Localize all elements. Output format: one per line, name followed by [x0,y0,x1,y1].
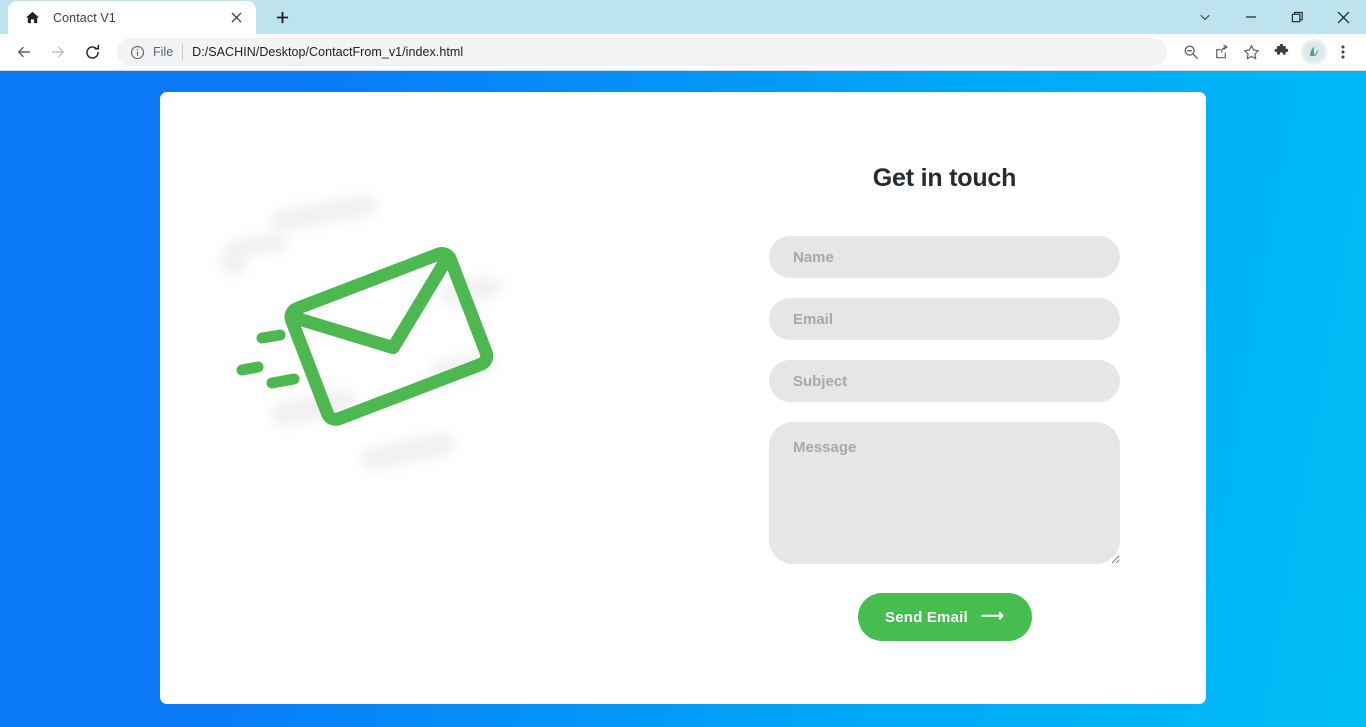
name-input[interactable] [769,236,1120,278]
address-bar[interactable]: File D:/SACHIN/Desktop/ContactFrom_v1/in… [117,38,1167,66]
omnibox-divider [182,44,184,60]
window-controls [1182,0,1366,34]
message-textarea[interactable] [769,422,1120,564]
page-viewport: Get in touch Send Email ⟶ [0,71,1366,727]
envelope-icon [236,247,493,426]
browser-window: Contact V1 File D:/SACHIN/Desktop/Contac… [0,0,1366,727]
email-input[interactable] [769,298,1120,340]
contact-card: Get in touch Send Email ⟶ [160,92,1206,704]
url-text: D:/SACHIN/Desktop/ContactFrom_v1/index.h… [192,45,464,59]
star-icon[interactable] [1237,38,1265,66]
info-circle-icon[interactable] [129,44,145,60]
forward-button[interactable] [43,37,73,67]
subject-input[interactable] [769,360,1120,402]
home-icon [24,9,41,26]
back-button[interactable] [9,37,39,67]
illustration-panel [160,92,683,704]
puzzle-icon[interactable] [1267,38,1295,66]
arrow-right-icon: ⟶ [980,608,1004,625]
zoom-out-icon[interactable] [1177,38,1205,66]
three-dot-menu-icon[interactable] [1329,38,1357,66]
reload-button[interactable] [77,37,107,67]
profile-avatar[interactable] [1301,39,1327,65]
tab-close-icon[interactable] [226,8,246,28]
chevron-down-icon[interactable] [1182,1,1228,33]
restore-button[interactable] [1274,1,1320,33]
send-email-button[interactable]: Send Email ⟶ [857,593,1032,641]
browser-tab[interactable]: Contact V1 [8,1,256,34]
tab-strip: Contact V1 [0,0,1366,34]
browser-toolbar: File D:/SACHIN/Desktop/ContactFrom_v1/in… [0,34,1366,71]
send-email-label: Send Email [885,608,968,626]
tab-title: Contact V1 [53,10,116,25]
url-scheme-label: File [153,45,174,59]
contact-form-panel: Get in touch Send Email ⟶ [683,92,1206,704]
share-icon[interactable] [1207,38,1235,66]
close-window-button[interactable] [1320,1,1366,33]
new-tab-button[interactable] [268,3,296,31]
minimize-button[interactable] [1228,1,1274,33]
flying-envelope-illustration [212,188,632,608]
page-title: Get in touch [872,164,1017,192]
